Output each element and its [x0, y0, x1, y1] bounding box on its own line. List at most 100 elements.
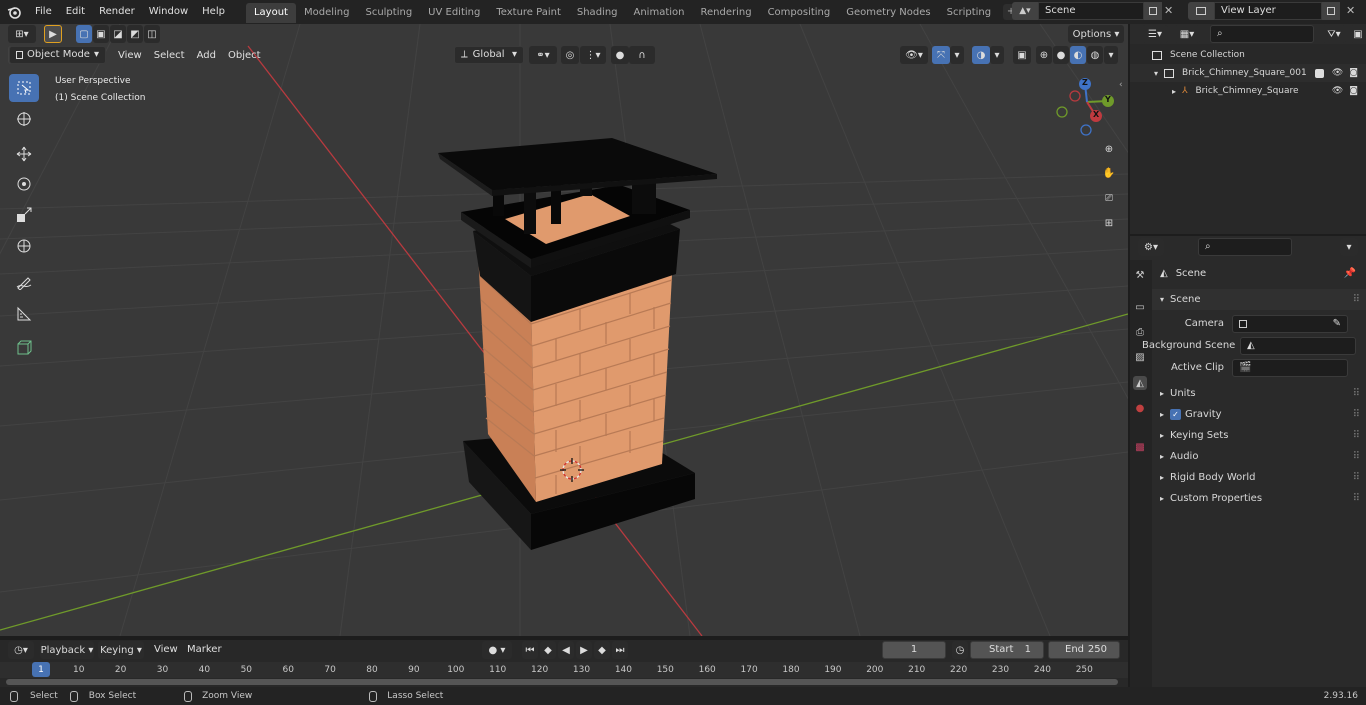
proportional-edit-button[interactable]: ●: [611, 46, 629, 64]
outliner-row-scene-collection[interactable]: Scene Collection: [1130, 46, 1366, 64]
move-tool[interactable]: [9, 140, 39, 168]
copy-scene-icon[interactable]: [1144, 2, 1162, 20]
jump-end-icon[interactable]: ⏭: [612, 641, 628, 659]
gizmo-dropdown[interactable]: ▾: [950, 46, 964, 64]
audio-drag-icon[interactable]: ⠿: [1353, 451, 1360, 462]
render-tab-icon[interactable]: ▭: [1133, 300, 1147, 314]
gravity-panel[interactable]: ▸ ✓ Gravity ⠿: [1152, 404, 1366, 425]
view-layer-selector[interactable]: View Layer: [1188, 2, 1340, 20]
menu-render[interactable]: Render: [92, 0, 142, 24]
tab-modeling[interactable]: Modeling: [296, 3, 358, 23]
cursor-tool[interactable]: [9, 105, 39, 133]
current-frame-field[interactable]: 1: [882, 641, 946, 659]
scene-selector[interactable]: ▲▾ Scene: [1012, 2, 1162, 20]
outliner-editor-type[interactable]: ☰▾: [1142, 25, 1168, 43]
custom-properties-panel[interactable]: ▸ Custom Properties ⠿: [1152, 488, 1366, 509]
output-tab-icon[interactable]: ⎙: [1133, 325, 1147, 339]
select-invert-button[interactable]: ◩: [127, 25, 143, 43]
tab-layout[interactable]: Layout: [245, 3, 296, 23]
camera-view-icon[interactable]: ⎚: [1100, 193, 1118, 211]
background-scene-field[interactable]: ◭: [1240, 336, 1356, 355]
end-frame-field[interactable]: End 250: [1048, 641, 1120, 659]
pivot-point-button[interactable]: ⚭▾: [529, 46, 557, 64]
tab-shading[interactable]: Shading: [569, 3, 626, 23]
rigid-body-world-panel[interactable]: ▸ Rigid Body World ⠿: [1152, 467, 1366, 488]
select-extend-button[interactable]: ▣: [93, 25, 109, 43]
custom-properties-drag-icon[interactable]: ⠿: [1353, 493, 1360, 504]
rotate-tool[interactable]: [9, 170, 39, 198]
zoom-view-icon[interactable]: ⊕: [1100, 144, 1118, 162]
scene-panel-header[interactable]: ▾ Scene ⠿: [1152, 289, 1366, 310]
properties-editor-type[interactable]: ⚙▾: [1138, 238, 1164, 256]
tab-scripting[interactable]: Scripting: [939, 3, 999, 23]
keying-sets-drag-icon[interactable]: ⠿: [1353, 430, 1360, 441]
outliner-row-object[interactable]: ▸ ⅄ Brick_Chimney_Square 👁 ◙: [1130, 82, 1366, 100]
units-panel[interactable]: ▸ Units ⠿: [1152, 383, 1366, 404]
exclude-checkbox[interactable]: [1314, 68, 1324, 78]
object-mode-select[interactable]: Object Mode ▾: [9, 46, 106, 64]
timeline-menu-marker[interactable]: Marker: [181, 644, 228, 655]
scene-tab-icon[interactable]: ◭: [1133, 376, 1147, 390]
menu-help[interactable]: Help: [195, 0, 232, 24]
units-drag-icon[interactable]: ⠿: [1353, 388, 1360, 399]
tweak-tool-button[interactable]: ▶: [44, 25, 62, 43]
blender-logo-icon[interactable]: [0, 0, 28, 24]
menu-window[interactable]: Window: [142, 0, 195, 24]
editor-type-dropdown[interactable]: ⊞▾: [8, 25, 36, 43]
start-frame-field[interactable]: Start 1: [970, 641, 1044, 659]
copy-view-layer-icon[interactable]: [1322, 2, 1340, 20]
xray-toggle-button[interactable]: ▣: [1013, 46, 1031, 64]
expand-right-icon[interactable]: ▸: [1130, 87, 1176, 96]
jump-start-icon[interactable]: ⏮: [522, 641, 538, 659]
object-render-camera-icon[interactable]: ◙: [1349, 86, 1358, 96]
transform-orientation-select[interactable]: ⟂ Global ▾: [454, 46, 524, 64]
audio-panel[interactable]: ▸ Audio ⠿: [1152, 446, 1366, 467]
drag-handle-icon[interactable]: ⠿: [1353, 294, 1360, 305]
camera-field[interactable]: ✎: [1232, 314, 1348, 333]
tab-sculpting[interactable]: Sculpting: [357, 3, 420, 23]
shading-dropdown[interactable]: ▾: [1104, 46, 1118, 64]
world-tab-icon[interactable]: ●: [1133, 401, 1147, 415]
rigid-body-drag-icon[interactable]: ⠿: [1353, 472, 1360, 483]
tab-geometry-nodes[interactable]: Geometry Nodes: [838, 3, 938, 23]
outliner-search-input[interactable]: ⌕: [1210, 25, 1314, 43]
shading-wireframe-button[interactable]: ⊕: [1036, 46, 1052, 64]
tab-animation[interactable]: Animation: [626, 3, 693, 23]
tab-rendering[interactable]: Rendering: [692, 3, 759, 23]
shading-material-button[interactable]: ◐: [1070, 46, 1086, 64]
timeline-scrollbar[interactable]: [6, 679, 1118, 685]
menu-file[interactable]: File: [28, 0, 59, 24]
timeline-menu-view[interactable]: View: [148, 644, 184, 655]
viewport-3d[interactable]: [0, 24, 1128, 636]
add-cube-tool[interactable]: [9, 334, 39, 362]
new-collection-button[interactable]: ▣: [1350, 25, 1366, 43]
properties-options-dropdown[interactable]: ▾: [1340, 238, 1358, 256]
visibility-eye-icon[interactable]: 👁: [1332, 68, 1343, 78]
measure-tool[interactable]: [9, 300, 39, 328]
tab-uv-editing[interactable]: UV Editing: [420, 3, 488, 23]
overlay-dropdown[interactable]: ▾: [990, 46, 1004, 64]
eyedropper-icon[interactable]: ✎: [1333, 316, 1341, 332]
select-new-button[interactable]: ▢: [76, 25, 92, 43]
snap-target-button[interactable]: ⋮▾: [580, 46, 606, 64]
tab-texture-paint[interactable]: Texture Paint: [488, 3, 569, 23]
select-intersect-button[interactable]: ◫: [144, 25, 160, 43]
scene-name-field[interactable]: Scene: [1038, 2, 1144, 20]
record-button[interactable]: ● ▾: [482, 641, 512, 659]
viewport-menu-object[interactable]: Object: [222, 50, 267, 61]
tool-tab-icon[interactable]: ⚒: [1133, 268, 1147, 282]
gravity-drag-icon[interactable]: ⠿: [1353, 409, 1360, 420]
close-view-layer-icon[interactable]: ✕: [1346, 4, 1355, 17]
viewport-menu-select[interactable]: Select: [148, 50, 191, 61]
preview-range-icon[interactable]: ◷: [952, 641, 968, 659]
scale-tool[interactable]: [9, 201, 39, 229]
snap-toggle-button[interactable]: ◎: [561, 46, 579, 64]
view-layer-tab-icon[interactable]: ▨: [1133, 350, 1147, 364]
shading-solid-button[interactable]: ●: [1053, 46, 1069, 64]
filter-button[interactable]: ⛛▾: [1322, 25, 1346, 43]
annotate-tool[interactable]: [9, 268, 39, 296]
texture-tab-icon[interactable]: ▩: [1133, 440, 1147, 454]
timeline-editor-type[interactable]: ◷▾: [8, 641, 34, 659]
viewport-menu-add[interactable]: Add: [191, 50, 222, 61]
expand-down-icon[interactable]: ▾: [1130, 69, 1158, 78]
